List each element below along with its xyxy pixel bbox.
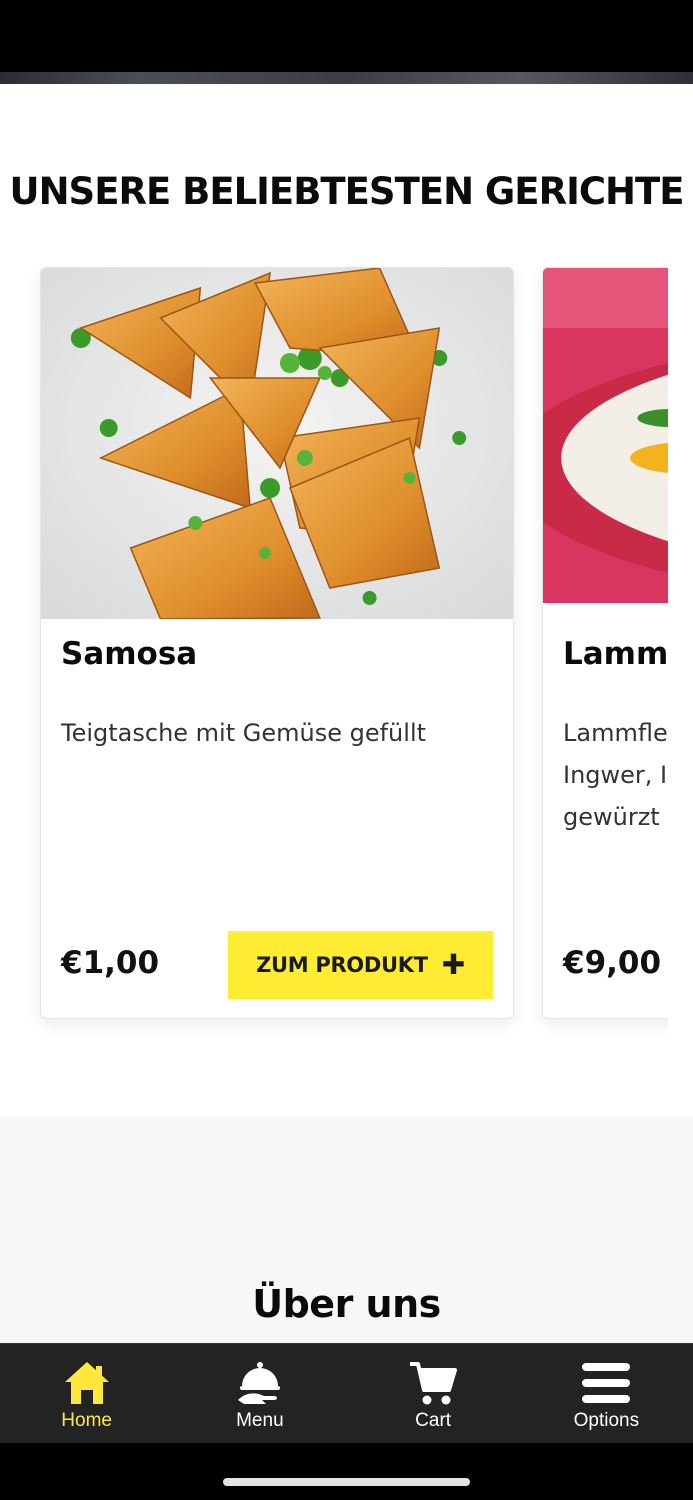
product-card-lamm[interactable]: Lamm Lammfle Ingwer, I gewürzt €9,00 xyxy=(542,267,668,1019)
about-title: Über uns xyxy=(252,1282,441,1326)
section-title: UNSERE BELIEBTESTEN GERICHTE xyxy=(9,170,685,213)
nav-label-cart: Cart xyxy=(415,1410,452,1431)
product-image-samosa[interactable] xyxy=(41,268,513,619)
zum-produkt-button[interactable]: ZUM PRODUKT ✚ xyxy=(228,931,493,999)
food-service-icon xyxy=(234,1358,286,1408)
menu-bars-icon xyxy=(580,1358,632,1408)
home-icon xyxy=(61,1358,113,1408)
status-bar xyxy=(0,0,693,76)
nav-item-home[interactable]: Home xyxy=(0,1344,173,1443)
product-card-samosa[interactable]: Samosa Teigtasche mit Gemüse gefüllt €1,… xyxy=(40,267,514,1019)
product-description: Lammfle Ingwer, I gewürzt xyxy=(563,719,668,831)
cta-label: ZUM PRODUKT xyxy=(256,953,428,977)
cart-icon xyxy=(407,1358,459,1408)
home-indicator[interactable] xyxy=(223,1478,470,1486)
bottom-navigation: Home Menu Cart Options xyxy=(0,1343,693,1443)
plus-icon: ✚ xyxy=(441,948,465,981)
nav-item-menu[interactable]: Menu xyxy=(173,1344,346,1443)
nav-item-options[interactable]: Options xyxy=(520,1344,693,1443)
product-image-lamm[interactable] xyxy=(543,268,668,603)
system-gesture-area xyxy=(0,1443,693,1500)
product-name: Lamm xyxy=(563,636,668,672)
nav-label-options: Options xyxy=(573,1410,640,1431)
product-price: €1,00 xyxy=(61,945,160,981)
product-name: Samosa xyxy=(61,636,198,672)
nav-label-menu: Menu xyxy=(236,1410,284,1431)
nav-item-cart[interactable]: Cart xyxy=(347,1344,520,1443)
nav-label-home: Home xyxy=(61,1410,112,1431)
product-price: €9,00 xyxy=(563,945,662,981)
product-carousel[interactable]: Samosa Teigtasche mit Gemüse gefüllt €1,… xyxy=(0,266,668,1036)
hero-image-strip xyxy=(0,72,693,84)
product-description: Teigtasche mit Gemüse gefüllt xyxy=(61,719,427,747)
